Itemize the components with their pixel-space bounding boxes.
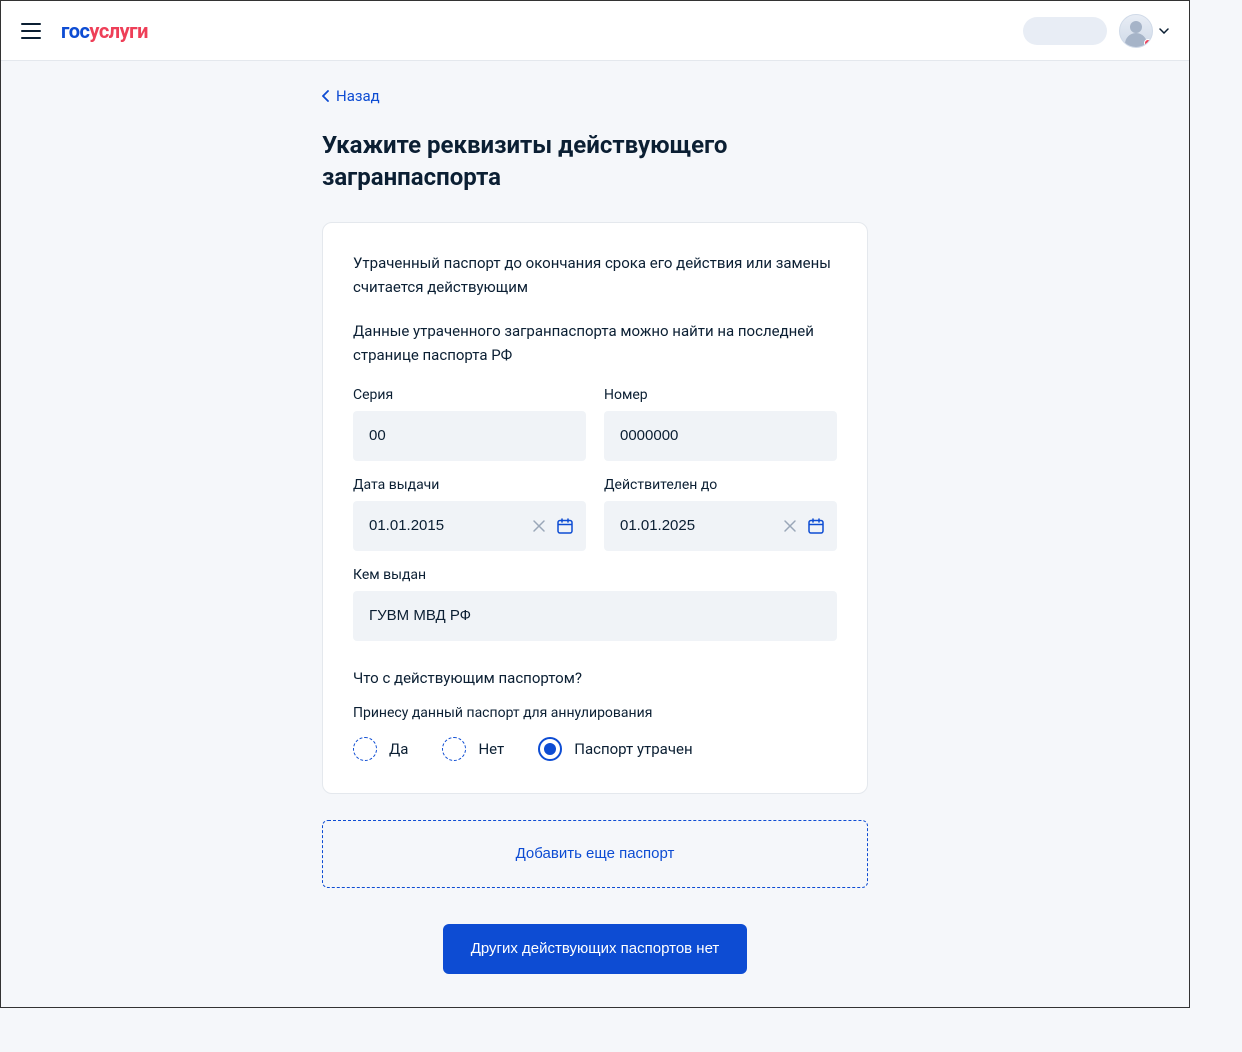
avatar xyxy=(1119,14,1153,48)
series-label: Серия xyxy=(353,387,586,403)
logo[interactable]: госуслуги xyxy=(61,19,148,43)
notification-dot-icon xyxy=(1144,39,1152,47)
number-label: Номер xyxy=(604,387,837,403)
radio-icon-selected xyxy=(538,737,562,761)
radio-lost[interactable]: Паспорт утрачен xyxy=(538,737,692,761)
chevron-left-icon xyxy=(322,90,330,102)
radio-icon xyxy=(353,737,377,761)
issue-date-label: Дата выдачи xyxy=(353,477,586,493)
back-link[interactable]: Назад xyxy=(322,87,380,105)
menu-icon[interactable] xyxy=(21,23,41,39)
issue-date-input-wrap xyxy=(353,501,586,551)
radio-group: Да Нет Паспорт утрачен xyxy=(353,737,837,761)
number-input-wrap xyxy=(604,411,837,461)
clear-icon[interactable] xyxy=(783,519,797,533)
radio-icon xyxy=(442,737,466,761)
sub-question-text: Принесу данный паспорт для аннулирования xyxy=(353,705,837,721)
info-text-1: Утраченный паспорт до окончания срока ег… xyxy=(353,251,837,299)
radio-yes[interactable]: Да xyxy=(353,737,408,761)
series-input-wrap xyxy=(353,411,586,461)
calendar-icon[interactable] xyxy=(807,517,825,535)
issued-by-input-wrap xyxy=(353,591,837,641)
radio-no-label: Нет xyxy=(478,740,504,758)
no-other-passports-button[interactable]: Других действующих паспортов нет xyxy=(443,924,748,974)
number-input[interactable] xyxy=(620,411,821,461)
radio-yes-label: Да xyxy=(389,740,408,758)
valid-until-label: Действителен до xyxy=(604,477,837,493)
question-text: Что с действующим паспортом? xyxy=(353,669,837,687)
user-menu[interactable] xyxy=(1119,14,1169,48)
back-label: Назад xyxy=(336,87,380,105)
passport-card: Утраченный паспорт до окончания срока ег… xyxy=(322,222,868,794)
calendar-icon[interactable] xyxy=(556,517,574,535)
info-text-2: Данные утраченного загранпаспорта можно … xyxy=(353,319,837,367)
valid-until-input[interactable] xyxy=(620,501,773,551)
page-title: Укажите реквизиты действующего загранпас… xyxy=(322,129,868,194)
header: госуслуги xyxy=(1,1,1189,61)
clear-icon[interactable] xyxy=(532,519,546,533)
issued-by-label: Кем выдан xyxy=(353,567,837,583)
valid-until-input-wrap xyxy=(604,501,837,551)
add-passport-button[interactable]: Добавить еще паспорт xyxy=(322,820,868,888)
series-input[interactable] xyxy=(369,411,570,461)
radio-no[interactable]: Нет xyxy=(442,737,504,761)
issued-by-input[interactable] xyxy=(369,591,821,641)
radio-lost-label: Паспорт утрачен xyxy=(574,740,692,758)
header-pill xyxy=(1023,17,1107,45)
issue-date-input[interactable] xyxy=(369,501,522,551)
chevron-down-icon xyxy=(1159,28,1169,34)
